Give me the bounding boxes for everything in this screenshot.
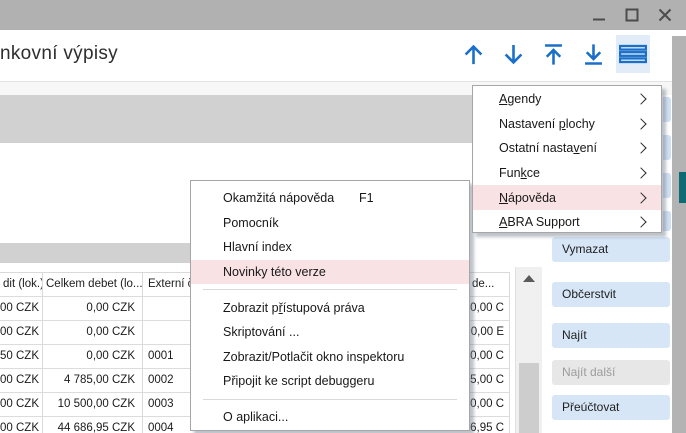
menu-separator <box>203 289 457 290</box>
menu-item-skriptov-n[interactable]: Skriptování ... <box>191 320 469 345</box>
record-navigation-toolbar <box>456 35 650 73</box>
table-row[interactable]: 00 CZK4 785,00 CZK0002 <box>0 369 190 393</box>
menu-item-o-aplikaci[interactable]: O aplikaci... <box>191 405 469 430</box>
menu-item-label: Novinky této verze <box>223 265 326 279</box>
menu-item-label: Funkce <box>499 166 540 180</box>
menu-item-label: O aplikaci... <box>223 410 288 424</box>
menu-item-label: Pomocník <box>223 216 279 230</box>
hidden-button-sliver <box>663 211 671 231</box>
menu-item-label: Ostatní nastavení <box>499 141 597 155</box>
menu-item-okam-it-n-pov-da[interactable]: Okamžitá nápověda F1 <box>191 186 469 211</box>
table-cell: 50 CZK <box>0 345 43 368</box>
vymazat-button[interactable]: Vymazat <box>552 237 670 262</box>
menu-item-zobrazit-potla-it-okno-inspektoru[interactable]: Zobrazit/Potlačit okno inspektoru <box>191 345 469 370</box>
maximize-icon[interactable] <box>621 4 643 26</box>
column-header[interactable]: Celkem debet (lo... <box>43 273 143 296</box>
naj-t-button[interactable]: Najít <box>552 323 670 348</box>
p-e-tovat-button[interactable]: Přeúčtovat <box>552 395 670 420</box>
background-teal-fragment <box>679 172 686 203</box>
ob-erstvit-button[interactable]: Občerstvit <box>552 282 670 307</box>
hamburger-menu-icon[interactable] <box>616 35 650 73</box>
table-cell: 00 CZK <box>0 369 43 392</box>
menu-item-n-pov-da[interactable]: Nápověda <box>473 185 661 210</box>
background-window-edge <box>672 36 686 433</box>
table-cell: 0,00 CZK <box>43 297 143 320</box>
window-controls <box>588 0 676 30</box>
menu-item-label: Zobrazit/Potlačit okno inspektoru <box>223 350 404 364</box>
menu-item-label: Nastavení plochy <box>499 117 595 131</box>
hidden-button-sliver <box>663 173 671 198</box>
table-cell: 0001 <box>143 345 190 368</box>
menu-item-hlavn-index[interactable]: Hlavní index <box>191 235 469 260</box>
scrollbar-thumb[interactable] <box>519 363 539 433</box>
table-cell <box>143 297 190 320</box>
menu-item-p-ipojit-ke-script-debuggeru[interactable]: Připojit ke script debuggeru <box>191 369 469 394</box>
table-header-row: dit (lok.) Celkem debet (lo... Externí č… <box>0 273 190 297</box>
table-cell: 00 CZK <box>0 393 43 416</box>
close-icon[interactable] <box>654 4 676 26</box>
table-cell: 00 CZK <box>0 417 43 433</box>
table-cell <box>143 321 190 344</box>
arrow-down-to-bottom-icon[interactable] <box>576 35 610 73</box>
submenu-chevron-icon <box>635 143 646 154</box>
menu-item-shortcut: F1 <box>359 191 374 205</box>
app-window: nkovní výpisy dit (lo <box>0 0 686 433</box>
table-cell: 0,00 CZK <box>43 345 143 368</box>
column-header[interactable]: dit (lok.) <box>0 273 43 296</box>
vertical-scrollbar[interactable] <box>515 267 542 433</box>
table-row[interactable]: 00 CZK0,00 CZK <box>0 297 190 321</box>
menu-item-label: Agendy <box>499 92 541 106</box>
menu-item-label: Hlavní index <box>223 240 292 254</box>
menu-item-pomocn-k[interactable]: Pomocník <box>191 211 469 236</box>
table-cell: 0002 <box>143 369 190 392</box>
column-header[interactable]: Externí č... <box>143 273 190 296</box>
menu-item-abra-support[interactable]: ABRA Support <box>473 210 661 235</box>
table-cell: 4 785,00 CZK <box>43 369 143 392</box>
table-cell: 44 686,95 CZK <box>43 417 143 433</box>
submenu-chevron-icon <box>635 192 646 203</box>
menu-item-label: Připojit ke script debuggeru <box>223 374 374 388</box>
table-cell: 0,00 CZK <box>43 321 143 344</box>
menu-item-label: Nápověda <box>499 191 556 205</box>
table-cell: 10 500,00 CZK <box>43 393 143 416</box>
submenu-chevron-icon <box>635 167 646 178</box>
submenu-chevron-icon <box>635 217 646 228</box>
arrow-down-icon[interactable] <box>496 35 530 73</box>
menu-item-ostatn-nastaven[interactable]: Ostatní nastavení <box>473 136 661 161</box>
menu-item-label: Skriptování ... <box>223 325 299 339</box>
submenu-chevron-icon <box>635 118 646 129</box>
menu-item-agendy[interactable]: Agendy <box>473 87 661 112</box>
table-row[interactable]: 00 CZK0,00 CZK <box>0 321 190 345</box>
filter-band <box>0 95 545 143</box>
page-title: nkovní výpisy <box>0 43 118 65</box>
hidden-button-sliver <box>663 97 671 122</box>
table-cell: 00 CZK <box>0 321 43 344</box>
menu-item-label: ABRA Support <box>499 215 580 229</box>
titlebar <box>0 0 686 30</box>
minimize-icon[interactable] <box>588 4 610 26</box>
menu-item-funkce[interactable]: Funkce <box>473 161 661 186</box>
table-row[interactable]: 00 CZK44 686,95 CZK0004 <box>0 417 190 433</box>
arrow-up-to-top-icon[interactable] <box>536 35 570 73</box>
naj-t-dal-button: Najít další <box>552 360 670 385</box>
table-row[interactable]: 00 CZK10 500,00 CZK0003 <box>0 393 190 417</box>
menu-item-label: Zobrazit přístupová práva <box>223 301 365 315</box>
menu-separator <box>203 399 457 400</box>
records-table: dit (lok.) Celkem debet (lo... Externí č… <box>0 272 190 433</box>
hidden-button-sliver <box>663 135 671 160</box>
menu-item-novinky-t-to-verze[interactable]: Novinky této verze <box>191 260 469 285</box>
submenu-chevron-icon <box>635 94 646 105</box>
menu-item-label: Okamžitá nápověda <box>223 191 334 205</box>
menu-item-nastaven-plochy[interactable]: Nastavení plochy <box>473 112 661 137</box>
header-bar: nkovní výpisy <box>0 30 672 82</box>
menu-item-zobrazit-p-stupov-pr-va[interactable]: Zobrazit přístupová práva <box>191 295 469 320</box>
arrow-up-icon[interactable] <box>456 35 490 73</box>
table-cell: 0003 <box>143 393 190 416</box>
scroll-up-icon[interactable] <box>516 269 542 287</box>
hamburger-dropdown-menu: Agendy Nastavení plochy Ostatní nastavení F… <box>472 85 662 233</box>
table-row[interactable]: 50 CZK0,00 CZK0001 <box>0 345 190 369</box>
napoveda-submenu: Okamžitá nápověda F1 Pomocník Hlavní index N… <box>190 180 470 431</box>
table-cell: 00 CZK <box>0 297 43 320</box>
table-cell: 0004 <box>143 417 190 433</box>
